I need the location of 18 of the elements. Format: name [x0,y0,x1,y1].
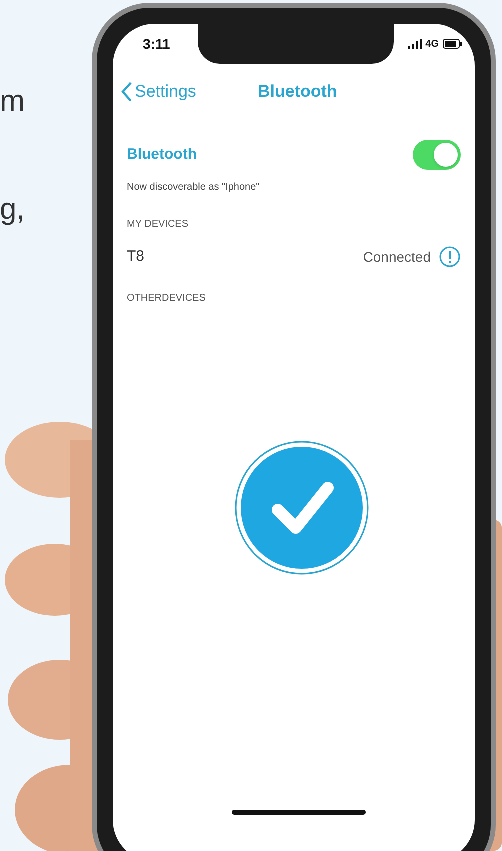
battery-icon [443,39,463,49]
section-header: MY DEVICES [126,218,190,232]
chevron-left-icon [121,81,133,103]
signal-icon [408,39,422,49]
success-check-icon [234,440,370,576]
background-text: g, [0,192,26,228]
background-text: m [0,84,26,120]
status-time: 3:11 [143,34,170,54]
back-button[interactable]: Settings [121,79,196,105]
device-name: T8 [127,247,145,267]
device-status: Connected [363,248,431,267]
bluetooth-label: Bluetooth [127,144,197,165]
network-label: 4G [426,38,439,52]
bluetooth-toggle[interactable] [413,140,461,170]
discoverable-note: Now discoverable as "Iphone" [126,181,261,195]
section-header: OTHERDEVICES [126,292,207,306]
page-title: Bluetooth [258,81,338,104]
info-icon[interactable] [439,246,461,268]
